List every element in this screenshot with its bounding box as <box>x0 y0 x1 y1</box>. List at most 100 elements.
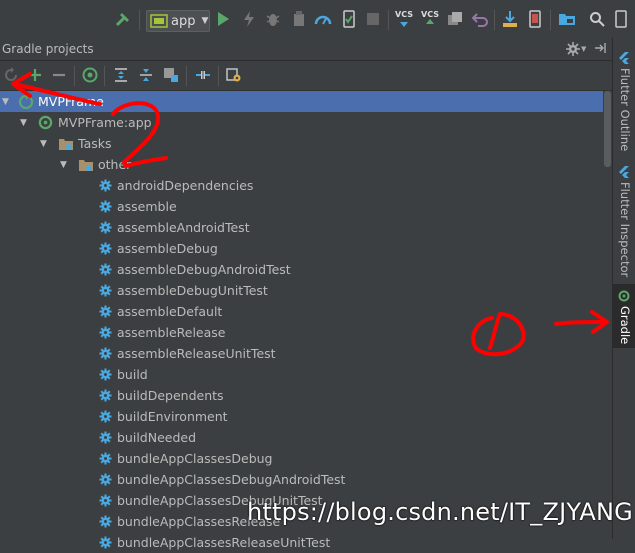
expand-arrow-icon[interactable]: ▼ <box>20 118 27 128</box>
run-configuration-select[interactable]: app ▼ <box>146 10 210 32</box>
tree-task-row[interactable]: assembleDefault <box>0 301 603 322</box>
tab-label: Flutter Inspector <box>618 182 632 278</box>
watermark-text: https://blog.csdn.net/IT_ZJYANG <box>247 498 633 526</box>
execute-gradle-task-icon[interactable] <box>81 66 99 84</box>
tree-task-label: assembleDebug <box>117 241 218 256</box>
tree-task-row[interactable]: bundleAppClassesDebug <box>0 448 603 469</box>
tree-task-label: assembleRelease <box>117 325 226 340</box>
tab-gradle[interactable]: Gradle <box>613 290 635 348</box>
gear-icon <box>99 263 112 276</box>
tree-task-row[interactable]: assembleAndroidTest <box>0 217 603 238</box>
sync-project-icon[interactable] <box>501 10 519 28</box>
tree-task-label: bundleAppClassesReleaseUnitTest <box>117 535 331 550</box>
gear-icon <box>99 326 112 339</box>
right-tool-strip: Flutter Outline Flutter Inspector Gradle <box>612 38 635 539</box>
search-icon[interactable] <box>588 10 606 28</box>
folder-icon <box>79 159 93 171</box>
tree-task-row[interactable]: assembleDebugAndroidTest <box>0 259 603 280</box>
gradle-module-icon <box>38 115 53 130</box>
chevron-down-icon: ▼ <box>201 16 209 26</box>
tab-flutter-outline[interactable]: Flutter Outline <box>613 52 635 164</box>
gear-icon <box>99 242 112 255</box>
tree-task-row[interactable]: bundleAppClassesDebugAndroidTest <box>0 469 603 490</box>
tree-node-module[interactable]: ▼ MVPFrame:app <box>0 112 603 133</box>
expand-arrow-icon[interactable]: ▼ <box>2 97 9 107</box>
tree-task-row[interactable]: bundleAppClassesReleaseUnitTest <box>0 532 603 553</box>
gear-icon <box>99 452 112 465</box>
expand-arrow-icon[interactable]: ▼ <box>60 160 67 170</box>
profiler-icon[interactable] <box>314 10 332 28</box>
tree-task-label: androidDependencies <box>117 178 254 193</box>
expand-arrow-icon[interactable]: ▼ <box>40 139 47 149</box>
gradle-tree: ▼ MVPFrame ▼ MVPFrame:app ▼ Tasks ▼ othe… <box>0 91 603 550</box>
offline-mode-icon[interactable] <box>194 66 212 84</box>
revert-icon[interactable] <box>471 10 489 28</box>
attach-debugger-icon[interactable] <box>290 10 308 28</box>
gradle-icon <box>618 290 630 302</box>
folder-icon <box>59 138 73 150</box>
scroll-thumb[interactable] <box>604 91 611 167</box>
tree-task-row[interactable]: buildDependents <box>0 385 603 406</box>
tree-task-label: assembleAndroidTest <box>117 220 250 235</box>
collapse-all-icon[interactable] <box>137 66 155 84</box>
run-icon[interactable] <box>214 10 232 28</box>
tab-label: Gradle <box>618 306 632 345</box>
tree-node-tasks[interactable]: ▼ Tasks <box>0 133 603 154</box>
flutter-icon <box>619 166 629 178</box>
phone-icon[interactable] <box>612 10 630 28</box>
vcs-label: VCS <box>421 10 439 19</box>
run-config-label: app <box>171 13 196 29</box>
gear-icon <box>99 305 112 318</box>
expand-all-icon[interactable] <box>112 66 130 84</box>
build-hammer-icon[interactable] <box>114 10 132 28</box>
tree-task-row[interactable]: assemble <box>0 196 603 217</box>
gradle-panel-header: Gradle projects ▼ <box>0 38 612 61</box>
gear-icon <box>99 515 112 528</box>
tree-task-label: assembleDebugAndroidTest <box>117 262 291 277</box>
gear-icon <box>99 494 112 507</box>
vcs-commit-icon[interactable]: VCS <box>421 10 439 28</box>
project-structure-icon[interactable] <box>558 10 576 28</box>
gear-icon <box>99 347 112 360</box>
vcs-update-icon[interactable]: VCS <box>395 10 413 28</box>
tree-node-label: Tasks <box>78 136 112 151</box>
android-module-icon <box>150 14 168 28</box>
vcs-history-icon[interactable] <box>446 10 464 28</box>
tree-task-label: assembleReleaseUnitTest <box>117 346 276 361</box>
tree-task-row[interactable]: buildNeeded <box>0 427 603 448</box>
tree-task-label: buildDependents <box>117 388 224 403</box>
gear-icon <box>99 284 112 297</box>
tree-scrollbar[interactable] <box>603 91 612 539</box>
tab-label: Flutter Outline <box>618 68 632 152</box>
refresh-all-projects-icon[interactable] <box>2 66 20 84</box>
avd-manager-icon[interactable] <box>526 10 544 28</box>
tree-task-row[interactable]: assembleDebug <box>0 238 603 259</box>
stop-icon[interactable] <box>364 10 382 28</box>
debug-icon[interactable] <box>264 10 282 28</box>
tree-task-row[interactable]: build <box>0 364 603 385</box>
tree-task-row[interactable]: assembleRelease <box>0 322 603 343</box>
add-project-icon[interactable] <box>26 66 44 84</box>
settings-gear-icon[interactable]: ▼ <box>566 41 588 57</box>
hide-panel-icon[interactable] <box>593 41 607 57</box>
tree-task-label: assembleDefault <box>117 304 223 319</box>
tree-task-row[interactable]: androidDependencies <box>0 175 603 196</box>
tree-task-row[interactable]: assembleDebugUnitTest <box>0 280 603 301</box>
gradle-settings-icon[interactable] <box>225 66 243 84</box>
apply-code-changes-icon[interactable] <box>340 10 358 28</box>
apply-changes-icon[interactable] <box>240 10 258 28</box>
gear-icon <box>99 536 112 549</box>
tree-node-other[interactable]: ▼ other <box>0 154 603 175</box>
remove-project-icon[interactable] <box>50 66 68 84</box>
tab-flutter-inspector[interactable]: Flutter Inspector <box>613 166 635 278</box>
attach-gradle-project-icon[interactable] <box>162 66 180 84</box>
gear-icon <box>99 200 112 213</box>
tree-task-label: assemble <box>117 199 177 214</box>
tree-task-label: buildNeeded <box>117 430 197 445</box>
tree-task-row[interactable]: buildEnvironment <box>0 406 603 427</box>
tree-task-row[interactable]: assembleReleaseUnitTest <box>0 343 603 364</box>
main-toolbar: app ▼ VCS VCS <box>0 0 635 39</box>
tree-node-root[interactable]: ▼ MVPFrame <box>0 91 603 112</box>
gear-icon <box>99 221 112 234</box>
tree-node-label: MVPFrame:app <box>58 115 152 130</box>
